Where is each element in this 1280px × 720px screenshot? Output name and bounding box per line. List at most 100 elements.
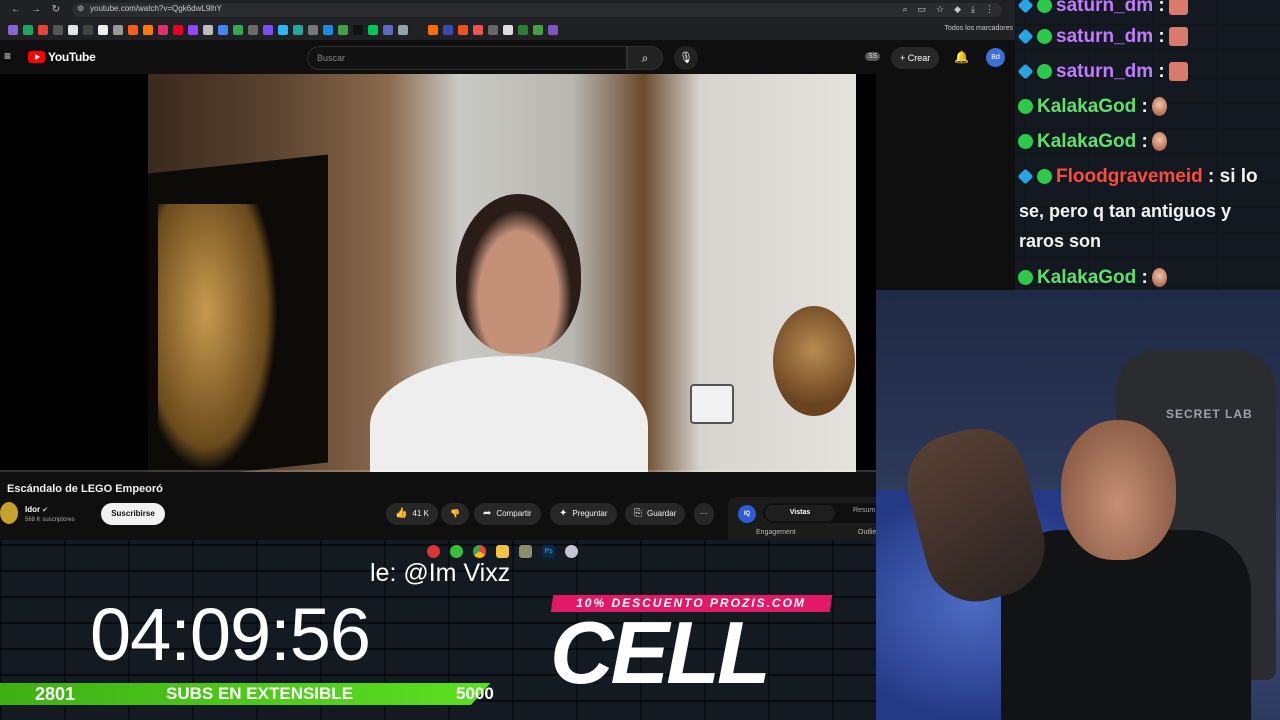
notifications-bell-icon[interactable]: 🔔 — [954, 50, 969, 64]
bookmarks-bar — [0, 22, 1015, 38]
bookmark-icon[interactable] — [278, 25, 288, 35]
bookmark-icon[interactable] — [413, 25, 423, 35]
extension-badge[interactable]: SS — [865, 52, 881, 61]
forward-icon[interactable]: → — [30, 4, 42, 16]
bookmark-icon[interactable] — [158, 25, 168, 35]
chrome-icon[interactable] — [473, 545, 486, 558]
bookmark-icon[interactable] — [128, 25, 138, 35]
share-button[interactable]: ➦ Compartir — [474, 503, 541, 525]
game-icon[interactable] — [519, 545, 532, 558]
chat-message: KalakaGod : — [1018, 128, 1167, 155]
bookmark-icon[interactable] — [383, 25, 393, 35]
bookmark-icon[interactable] — [248, 25, 258, 35]
chat-username[interactable]: KalakaGod — [1037, 96, 1136, 117]
bookmark-icon[interactable] — [83, 25, 93, 35]
bookmark-icon[interactable] — [68, 25, 78, 35]
bookmark-icon[interactable] — [353, 25, 363, 35]
channel-subscribers: 568 K suscriptores — [25, 517, 75, 523]
chat-username[interactable]: saturn_dm — [1056, 0, 1153, 16]
back-icon[interactable]: ← — [10, 4, 22, 16]
bookmark-icon[interactable] — [428, 25, 438, 35]
channel-name[interactable]: Idor ✔ — [25, 505, 48, 514]
photoshop-icon[interactable]: Ps — [542, 545, 555, 558]
folder-icon[interactable] — [496, 545, 509, 558]
search-input[interactable]: Buscar — [307, 46, 627, 70]
bookmark-icon[interactable] — [113, 25, 123, 35]
bookmark-icon[interactable] — [23, 25, 33, 35]
bookmark-icon[interactable] — [53, 25, 63, 35]
chat-message: saturn_dm : — [1017, 58, 1188, 85]
chat-text: : — [1136, 267, 1148, 288]
bookmarks-folder[interactable]: Todos los marcadores — [945, 25, 1013, 32]
bookmark-icon[interactable] — [443, 25, 453, 35]
bookmark-icon[interactable] — [368, 25, 378, 35]
extensions-icon[interactable]: ◆ — [954, 4, 961, 15]
url-text: youtube.com/watch?v=Qgk6dwL9lhY — [90, 4, 222, 13]
bookmark-icon[interactable] — [503, 25, 513, 35]
chat-message: saturn_dm : — [1017, 23, 1188, 50]
bookmark-icon[interactable] — [488, 25, 498, 35]
download-icon[interactable]: ⤓ — [971, 4, 975, 15]
chat-username[interactable]: Floodgravemeid — [1056, 166, 1203, 187]
vidiq-tabs: Vistas Resum — [763, 503, 883, 523]
chat-username[interactable]: KalakaGod — [1037, 267, 1136, 288]
cast-icon[interactable]: ▭ — [918, 4, 927, 15]
site-info-icon[interactable]: ⚙ — [77, 4, 84, 13]
bookmark-icon[interactable] — [173, 25, 183, 35]
video-player[interactable] — [0, 74, 876, 472]
youtube-logo[interactable]: YouTube — [28, 50, 96, 64]
bookmark-icon[interactable] — [293, 25, 303, 35]
star-icon[interactable]: ☆ — [936, 4, 944, 15]
chat-app-icon[interactable] — [450, 545, 463, 558]
bookmark-icon[interactable] — [323, 25, 333, 35]
hamburger-menu-icon[interactable]: ≡ — [4, 50, 16, 62]
menu-icon[interactable]: ⋮ — [985, 4, 994, 15]
bookmark-icon[interactable] — [518, 25, 528, 35]
bookmark-icon[interactable] — [458, 25, 468, 35]
plush-toy — [773, 306, 855, 416]
bookmark-icon[interactable] — [8, 25, 18, 35]
chat-username[interactable]: saturn_dm — [1056, 61, 1153, 82]
bookmark-icon[interactable] — [338, 25, 348, 35]
dislike-button[interactable]: 👎 — [441, 503, 469, 525]
create-label: Crear — [907, 53, 931, 63]
bookmark-icon[interactable] — [38, 25, 48, 35]
search-button[interactable]: ⌕ — [627, 46, 663, 70]
bookmark-icon[interactable] — [533, 25, 543, 35]
chat-username[interactable]: saturn_dm — [1056, 26, 1153, 47]
channel-avatar[interactable] — [0, 502, 18, 524]
vidiq-logo[interactable]: IQ — [738, 505, 756, 523]
bookmark-icon[interactable] — [218, 25, 228, 35]
sub-badge-icon — [1037, 29, 1052, 45]
more-actions-button[interactable]: ··· — [694, 503, 714, 525]
ask-button[interactable]: ✦ Preguntar — [550, 503, 617, 525]
bookmark-icon[interactable] — [398, 25, 408, 35]
bookmark-icon[interactable] — [473, 25, 483, 35]
bookmark-icon[interactable] — [188, 25, 198, 35]
record-app-icon[interactable] — [427, 545, 440, 558]
like-button[interactable]: 👍 41 K — [386, 503, 438, 525]
bookmark-icon[interactable] — [263, 25, 273, 35]
reload-icon[interactable]: ↻ — [50, 4, 62, 16]
tab-resumen[interactable]: Resum — [853, 507, 875, 514]
zoom-icon[interactable]: ⌕ — [902, 4, 907, 15]
subscribe-button[interactable]: Suscribirse — [101, 503, 165, 525]
bookmark-icon[interactable] — [98, 25, 108, 35]
omnibox[interactable]: ⚙ youtube.com/watch?v=Qgk6dwL9lhY ⌕ ▭ ☆ … — [72, 3, 1002, 17]
chat-username[interactable]: KalakaGod — [1037, 131, 1136, 152]
bookmark-icon[interactable] — [548, 25, 558, 35]
bookmark-icon[interactable] — [143, 25, 153, 35]
create-button[interactable]: + Crear — [891, 47, 940, 69]
save-button[interactable]: ⎘ Guardar — [625, 503, 686, 525]
bookmark-icon[interactable] — [233, 25, 243, 35]
voice-search-button[interactable]: 🎙 — [674, 46, 698, 70]
bookmark-icon[interactable] — [308, 25, 318, 35]
app-icon[interactable] — [565, 545, 578, 558]
browser-chrome: ← → ↻ ⌂ ⚙ youtube.com/watch?v=Qgk6dwL9lh… — [0, 0, 1015, 40]
chat-text: : si lo — [1202, 166, 1258, 187]
youtube-page: ≡ YouTube Buscar ⌕ 🎙 SS + Crear 🔔 Bd Esc… — [0, 40, 1015, 540]
tab-vistas[interactable]: Vistas — [765, 505, 835, 521]
light-switch — [690, 384, 734, 424]
bookmark-icon[interactable] — [203, 25, 213, 35]
user-avatar[interactable]: Bd — [986, 48, 1005, 67]
